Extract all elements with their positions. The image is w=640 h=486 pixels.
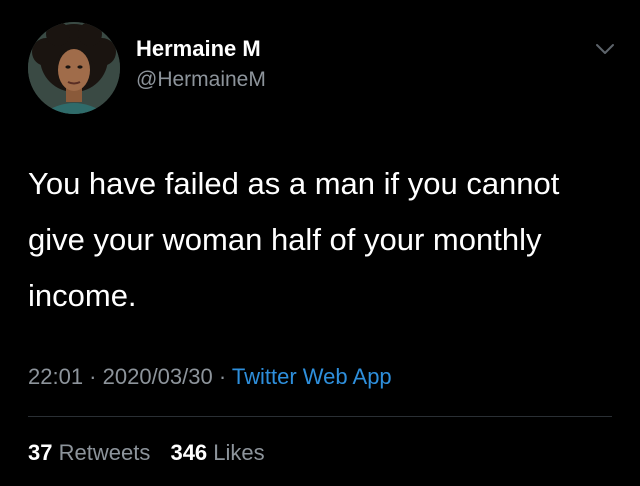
profile-photo-icon [28,22,120,114]
retweets-stat[interactable]: 37 Retweets [28,440,150,465]
tweet-stats: 37 Retweets 346 Likes [28,438,265,468]
retweets-label: Retweets [58,440,151,465]
tweet-card: Hermaine M @HermaineM You have failed as… [0,0,640,486]
display-name[interactable]: Hermaine M [136,36,266,62]
tweet-meta: 22:01 · 2020/03/30 · Twitter Web App [28,362,392,392]
retweets-count: 37 [28,440,53,465]
tweet-time[interactable]: 22:01 [28,364,83,389]
tweet-text: You have failed as a man if you cannot g… [28,166,560,313]
likes-label: Likes [213,440,265,465]
meta-separator: · [83,364,103,389]
user-handle[interactable]: @HermaineM [136,67,266,93]
tweet-date[interactable]: 2020/03/30 [103,364,213,389]
meta-separator: · [212,364,232,389]
tweet-source-link[interactable]: Twitter Web App [232,364,392,389]
chevron-down-icon[interactable] [592,36,618,62]
divider [28,416,612,417]
author-names: Hermaine M @HermaineM [136,36,266,93]
tweet-header: Hermaine M @HermaineM [28,22,618,114]
likes-stat[interactable]: 346 Likes [170,440,264,465]
likes-count: 346 [170,440,208,465]
avatar[interactable] [28,22,120,114]
